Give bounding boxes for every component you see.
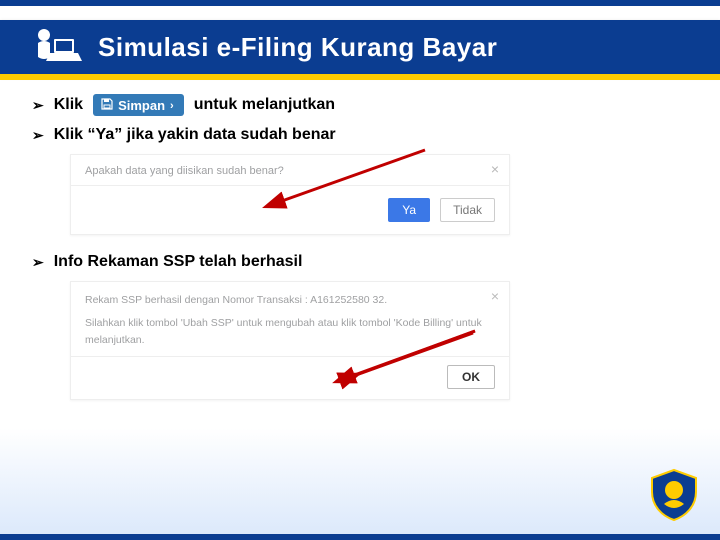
slide: Simulasi e-Filing Kurang Bayar ➢ Klik Si… — [0, 0, 720, 540]
header-ribbon: Simulasi e-Filing Kurang Bayar — [0, 20, 720, 74]
result-line-1: Rekam SSP berhasil dengan Nomor Transaks… — [85, 292, 495, 309]
bullet-3-text: Info Rekaman SSP telah berhasil — [54, 253, 303, 271]
close-icon[interactable]: × — [491, 161, 499, 177]
result-line-2: Silahkan klik tombol 'Ubah SSP' untuk me… — [85, 315, 495, 332]
result-modal: × Rekam SSP berhasil dengan Nomor Transa… — [70, 281, 510, 400]
ministry-crest-icon — [646, 466, 702, 522]
content-area: ➢ Klik Simpan › untuk melanjutkan ➢ Klik… — [32, 94, 688, 400]
ok-button[interactable]: OK — [447, 365, 495, 389]
divider — [71, 185, 509, 186]
simpan-button[interactable]: Simpan › — [93, 94, 184, 116]
close-icon[interactable]: × — [491, 288, 499, 304]
bullet-icon: ➢ — [32, 97, 44, 114]
confirm-buttons: Ya Tidak — [85, 196, 495, 222]
bullet-3: ➢ Info Rekaman SSP telah berhasil — [32, 253, 688, 271]
confirm-question: Apakah data yang diisikan sudah benar? — [85, 165, 495, 177]
bullet-1: ➢ Klik Simpan › untuk melanjutkan — [32, 94, 688, 116]
no-button[interactable]: Tidak — [440, 198, 495, 222]
yes-button[interactable]: Ya — [388, 198, 430, 222]
bullet-1-post-text: untuk melanjutkan — [194, 96, 335, 114]
result-buttons: OK — [85, 365, 495, 389]
accent-bar — [0, 74, 720, 80]
bullet-2: ➢ Klik “Ya” jika yakin data sudah benar — [32, 126, 688, 144]
result-line-3: melanjutkan. — [85, 332, 495, 349]
divider — [71, 356, 509, 357]
computer-user-icon — [28, 25, 86, 69]
bullet-1-pre-text: Klik — [54, 96, 83, 114]
save-icon — [101, 98, 113, 113]
bullet-2-text: Klik “Ya” jika yakin data sudah benar — [54, 126, 336, 144]
page-title: Simulasi e-Filing Kurang Bayar — [98, 32, 497, 63]
chevron-right-icon: › — [170, 100, 174, 112]
bullet-icon: ➢ — [32, 127, 44, 144]
confirm-modal: × Apakah data yang diisikan sudah benar?… — [70, 154, 510, 235]
bullet-icon: ➢ — [32, 254, 44, 271]
simpan-label: Simpan — [118, 98, 165, 113]
